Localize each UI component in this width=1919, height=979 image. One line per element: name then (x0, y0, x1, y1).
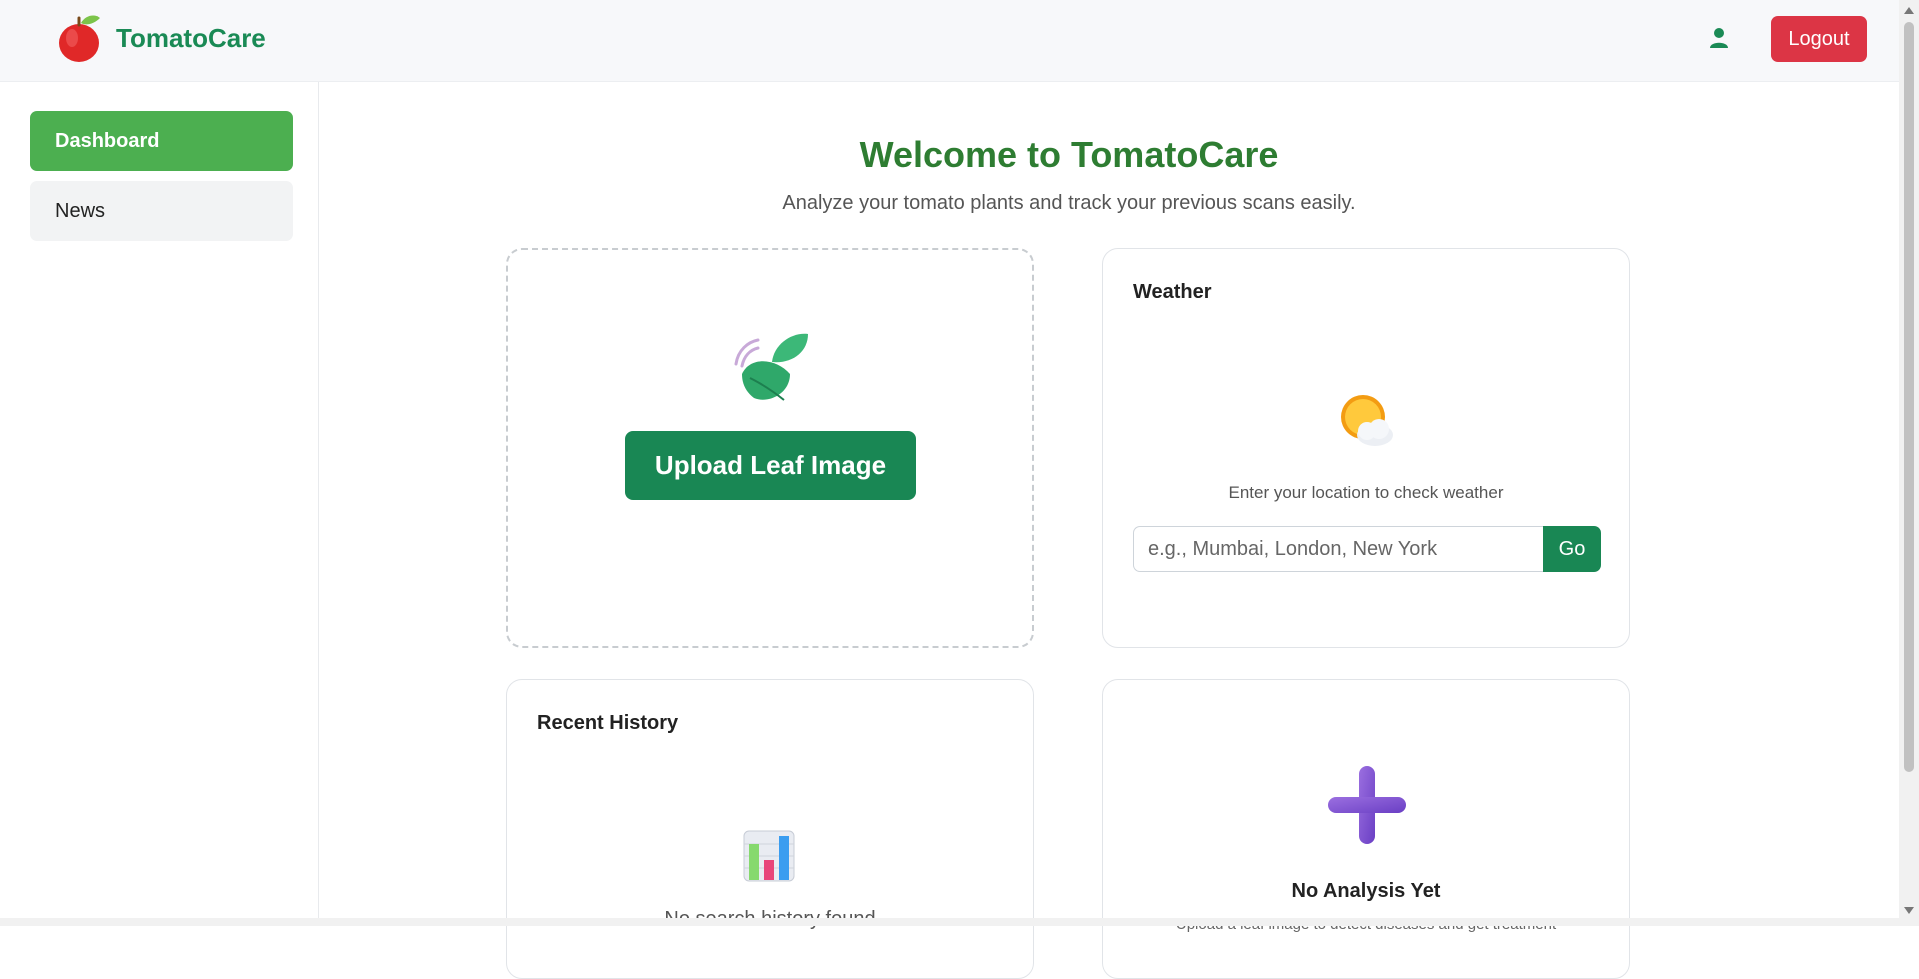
tomato-icon (59, 15, 100, 62)
location-input[interactable] (1133, 526, 1543, 572)
page-title: Welcome to TomatoCare (859, 134, 1279, 175)
plus-icon (1328, 766, 1406, 844)
upload-leaf-image-button[interactable]: Upload Leaf Image (625, 431, 916, 500)
page-subtitle: Analyze your tomato plants and track you… (782, 192, 1356, 214)
scroll-up-icon[interactable] (1904, 7, 1914, 14)
vertical-scrollbar[interactable] (1899, 0, 1919, 926)
horizontal-scrollbar[interactable] (0, 918, 1899, 926)
top-navbar: TomatoCare Logout (0, 0, 1899, 82)
bar-chart-icon (743, 830, 795, 882)
brand-name: TomatoCare (116, 22, 266, 53)
logout-button[interactable]: Logout (1771, 16, 1867, 62)
brand[interactable]: TomatoCare (54, 12, 266, 64)
user-profile-button[interactable] (1704, 24, 1734, 54)
sidebar-item-dashboard[interactable]: Dashboard (30, 111, 293, 171)
recent-history-title: Recent History (537, 712, 679, 734)
scroll-down-icon[interactable] (1904, 907, 1914, 914)
recent-history-card: Recent History No search history found (506, 679, 1034, 979)
analysis-card: No Analysis Yet Upload a leaf image to d… (1102, 679, 1630, 979)
sidebar-item-label: Dashboard (55, 129, 160, 152)
weather-card: Weather Enter your location to check wea… (1102, 248, 1630, 648)
scroll-thumb[interactable] (1904, 22, 1914, 772)
go-button[interactable]: Go (1543, 526, 1601, 572)
weather-prompt: Enter your location to check weather (1228, 483, 1504, 502)
upload-card[interactable]: Upload Leaf Image (506, 248, 1034, 648)
sidebar-item-news[interactable]: News (30, 181, 293, 241)
sidebar: Dashboard News (6, 82, 319, 926)
analysis-title: No Analysis Yet (1291, 880, 1441, 902)
sidebar-item-label: News (55, 199, 106, 222)
sun-cloud-icon (1341, 395, 1393, 446)
leaf-icon (734, 333, 808, 401)
user-icon (1710, 28, 1728, 48)
weather-title: Weather (1133, 281, 1212, 303)
